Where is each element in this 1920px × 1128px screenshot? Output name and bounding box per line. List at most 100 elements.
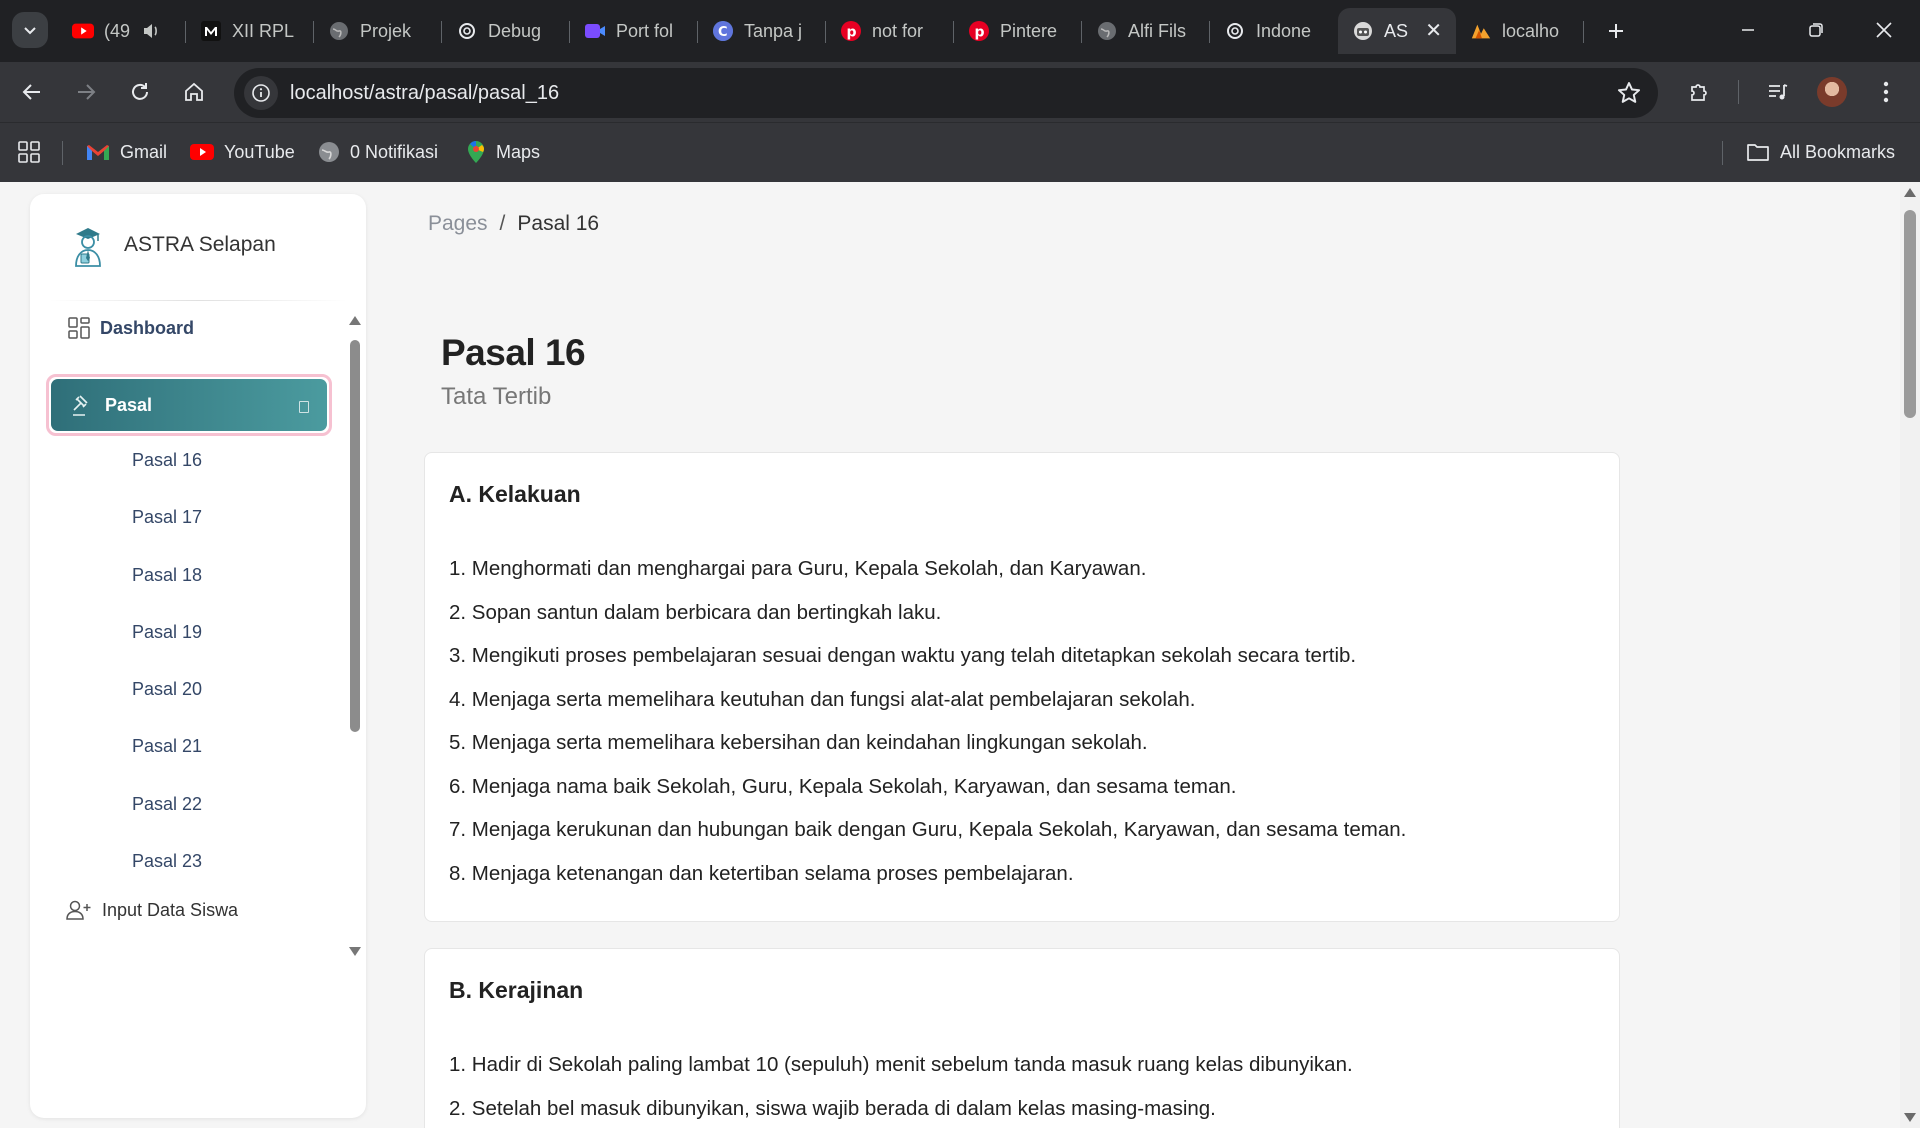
bookmark-label: YouTube — [224, 141, 295, 162]
puzzle-icon — [1691, 84, 1707, 101]
reload-button[interactable] — [122, 74, 158, 110]
sidebar-subitem-pasal-18[interactable]: Pasal 18 — [132, 565, 202, 586]
tab-title: (49 — [104, 20, 131, 41]
arrow-left-icon — [22, 84, 40, 100]
home-button[interactable] — [176, 74, 212, 110]
bookmark-gmail[interactable]: Gmail — [86, 123, 167, 181]
tab-xii-rpl[interactable]: XII RPL — [186, 8, 314, 54]
scroll-down-icon[interactable] — [1904, 1113, 1916, 1122]
tab-indone[interactable]: Indone — [1210, 8, 1338, 54]
more-vertical-icon — [1883, 81, 1889, 103]
tab-title: XII RPL — [232, 20, 295, 41]
back-button[interactable] — [14, 74, 50, 110]
forward-button[interactable] — [68, 74, 104, 110]
restore-icon — [1809, 23, 1823, 37]
url-text[interactable]: localhost/astra/pasal/pasal_16 — [290, 82, 559, 105]
page-subtitle: Tata Tertib — [441, 383, 552, 410]
tab-projek[interactable]: Projek — [314, 8, 442, 54]
menu-button[interactable] — [1868, 74, 1904, 110]
sidebar-item-pasal[interactable]: Pasal — [46, 374, 332, 436]
sidebar-item-label: Dashboard — [100, 317, 195, 338]
tab-astra-active[interactable]: AS ✕ — [1338, 8, 1456, 54]
breadcrumb-root[interactable]: Pages — [428, 212, 488, 236]
speaker-icon[interactable] — [140, 20, 162, 42]
sidebar-item-input-data-siswa[interactable]: Input Data Siswa — [66, 888, 238, 932]
tab-localhost[interactable]: localho — [1456, 8, 1584, 54]
scroll-down-icon[interactable] — [349, 947, 361, 956]
scrollbar-thumb[interactable] — [1904, 210, 1916, 418]
section-heading: A. Kelakuan — [449, 481, 581, 507]
section-card-kelakuan: A. Kelakuan 1. Menghormati dan mengharga… — [424, 452, 1620, 922]
apps-grid-icon — [18, 141, 40, 163]
list-item: 7. Menjaga kerukunan dan hubungan baik d… — [449, 818, 1407, 841]
tab-title: AS — [1384, 20, 1409, 41]
maps-icon — [468, 141, 484, 163]
page-scrollbar[interactable] — [1900, 182, 1920, 1128]
list-item: 1. Menghormati dan menghargai para Guru,… — [449, 557, 1147, 580]
breadcrumb-current: Pasal 16 — [517, 212, 600, 235]
tab-search-button[interactable] — [12, 12, 48, 48]
minimize-button[interactable] — [1726, 10, 1770, 50]
tab-alfi[interactable]: Alfi Fils — [1082, 8, 1210, 54]
sidebar-subitem-pasal-23[interactable]: Pasal 23 — [132, 851, 202, 872]
chevron-down-icon — [24, 27, 36, 35]
extensions-button[interactable] — [1682, 74, 1718, 110]
bookmark-label: 0 Notifikasi — [350, 141, 439, 162]
bookmark-youtube[interactable]: YouTube — [190, 123, 295, 181]
star-icon[interactable] — [1616, 80, 1642, 106]
site-info-button[interactable] — [244, 76, 278, 110]
list-item: 2. Setelah bel masuk dibunyikan, siswa w… — [449, 1096, 1216, 1120]
tab-canva[interactable]: C Tanpa j — [698, 8, 826, 54]
section-card-kerajinan: B. Kerajinan 1. Hadir di Sekolah paling … — [424, 948, 1620, 1128]
scrollbar-thumb[interactable] — [350, 340, 360, 732]
tab-youtube[interactable]: (49 — [58, 8, 186, 54]
sidebar-item-label: Pasal — [105, 394, 153, 415]
pinterest-icon: p — [968, 20, 990, 42]
youtube-icon — [190, 144, 214, 160]
sidebar-scrollbar[interactable] — [348, 316, 362, 956]
globe-icon — [328, 20, 350, 42]
reload-icon — [132, 83, 148, 100]
list-item: 5. Menjaga serta memelihara kebersihan d… — [449, 731, 1148, 754]
list-item: 8. Menjaga ketenangan dan ketertiban sel… — [449, 861, 1074, 885]
media-controls-button[interactable] — [1760, 74, 1796, 110]
sidebar-item-dashboard[interactable]: Dashboard — [68, 306, 194, 350]
tab-portfolio[interactable]: Port fol — [570, 8, 698, 54]
bookmark-maps[interactable]: Maps — [466, 123, 540, 181]
tab-strip: (49 XII RPL Projek Debug Port fol C Tanp… — [0, 0, 1920, 62]
close-window-button[interactable] — [1862, 10, 1906, 50]
bookmark-notifikasi[interactable]: 0 Notifikasi — [318, 123, 438, 181]
arrow-right-icon — [78, 84, 96, 100]
sidebar-divider — [48, 300, 348, 301]
tab-title: Projek — [360, 20, 412, 41]
all-bookmarks-button[interactable]: All Bookmarks — [1746, 123, 1895, 181]
toolbar-divider — [1738, 80, 1739, 104]
tab-debug[interactable]: Debug — [442, 8, 570, 54]
tab-pinterest-1[interactable]: p not for — [826, 8, 954, 54]
dashboard-icon — [68, 317, 90, 339]
expand-icon[interactable] — [299, 401, 309, 413]
globe-icon — [319, 142, 339, 162]
sidebar-subitem-pasal-21[interactable]: Pasal 21 — [132, 736, 202, 757]
restore-button[interactable] — [1794, 10, 1838, 50]
sidebar-subitem-pasal-17[interactable]: Pasal 17 — [132, 507, 202, 528]
tab-pinterest-2[interactable]: p Pintere — [954, 8, 1082, 54]
sidebar-subitem-pasal-22[interactable]: Pasal 22 — [132, 794, 202, 815]
close-icon[interactable]: ✕ — [1425, 21, 1442, 41]
openai-icon — [456, 20, 478, 42]
svg-text:C: C — [718, 25, 728, 40]
apps-button[interactable] — [18, 123, 40, 181]
new-tab-button[interactable] — [1598, 13, 1634, 49]
scroll-up-icon[interactable] — [1904, 188, 1916, 197]
profile-button[interactable] — [1814, 74, 1850, 110]
sidebar-subitem-pasal-19[interactable]: Pasal 19 — [132, 622, 202, 643]
page-viewport: ASTRA Selapan Dashboard Pasal Pasal 16 P… — [0, 182, 1900, 1128]
add-user-icon — [66, 900, 91, 920]
astra-logo-icon — [75, 228, 101, 267]
sidebar-subitem-pasal-20[interactable]: Pasal 20 — [132, 679, 202, 700]
address-bar[interactable]: localhost/astra/pasal/pasal_16 — [234, 68, 1658, 118]
brand[interactable]: ASTRA Selapan — [70, 222, 276, 268]
scroll-up-icon[interactable] — [349, 316, 361, 325]
minimize-icon — [1742, 29, 1754, 31]
sidebar-subitem-pasal-16[interactable]: Pasal 16 — [132, 450, 202, 471]
